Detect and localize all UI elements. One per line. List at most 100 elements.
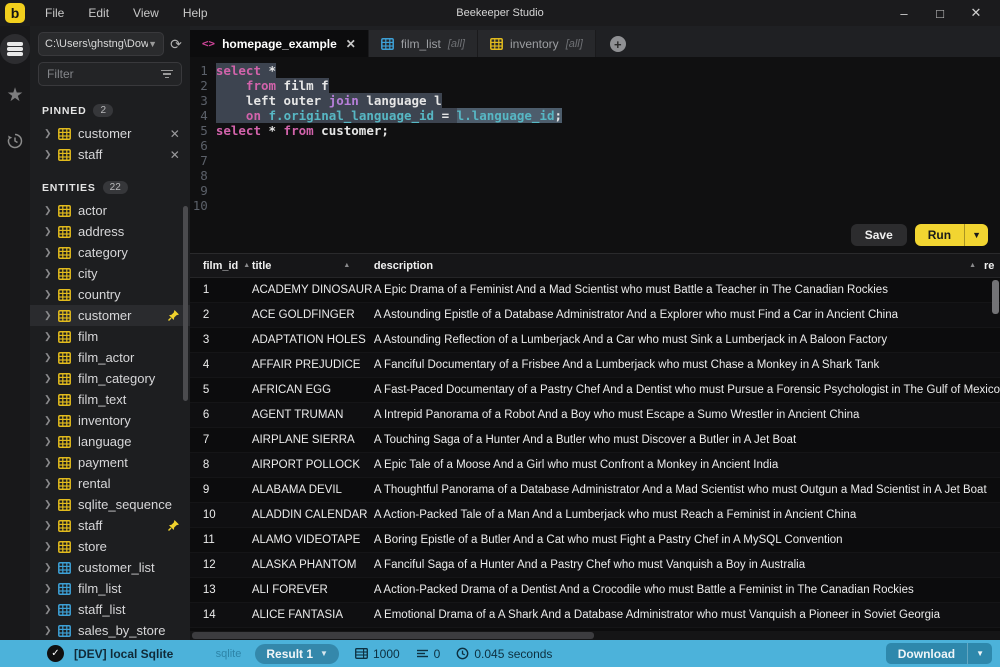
entity-item-film_actor[interactable]: ❯film_actor bbox=[30, 347, 190, 368]
chevron-right-icon[interactable]: ❯ bbox=[44, 331, 51, 342]
chevron-right-icon[interactable]: ❯ bbox=[44, 541, 51, 552]
table-row[interactable]: 4AFFAIR PREJUDICEA Fanciful Documentary … bbox=[190, 353, 1000, 378]
entity-item-customer[interactable]: ❯customer bbox=[30, 305, 190, 326]
entity-item-sales_by_store[interactable]: ❯sales_by_store bbox=[30, 620, 190, 640]
entity-item-film_text[interactable]: ❯film_text bbox=[30, 389, 190, 410]
entity-item-film[interactable]: ❯film bbox=[30, 326, 190, 347]
table-row[interactable]: 6AGENT TRUMANA Intrepid Panorama of a Ro… bbox=[190, 403, 1000, 428]
chevron-right-icon[interactable]: ❯ bbox=[44, 499, 51, 510]
table-row[interactable]: 3ADAPTATION HOLESA Astounding Reflection… bbox=[190, 328, 1000, 353]
menu-file[interactable]: File bbox=[35, 2, 74, 24]
tab-homepage_example[interactable]: <>homepage_example✕ bbox=[190, 30, 369, 57]
column-header-partial[interactable]: re bbox=[984, 260, 1000, 272]
pinned-item-customer[interactable]: ❯customer✕ bbox=[30, 123, 190, 144]
entity-item-country[interactable]: ❯country bbox=[30, 284, 190, 305]
chevron-right-icon[interactable]: ❯ bbox=[44, 289, 51, 300]
table-row[interactable]: 13ALI FOREVERA Action-Packed Drama of a … bbox=[190, 578, 1000, 603]
column-header-title[interactable]: title bbox=[252, 260, 272, 272]
sort-icon[interactable]: ▲ bbox=[343, 262, 350, 269]
database-tab-button[interactable] bbox=[0, 34, 30, 64]
table-row[interactable]: 10ALADDIN CALENDARA Action-Packed Tale o… bbox=[190, 503, 1000, 528]
entity-item-payment[interactable]: ❯payment bbox=[30, 452, 190, 473]
entity-item-staff[interactable]: ❯staff bbox=[30, 515, 190, 536]
unpin-close-icon[interactable]: ✕ bbox=[170, 148, 180, 162]
tab-film_list[interactable]: film_list[all] bbox=[369, 30, 478, 57]
entity-item-film_category[interactable]: ❯film_category bbox=[30, 368, 190, 389]
table-row[interactable]: 2ACE GOLDFINGERA Astounding Epistle of a… bbox=[190, 303, 1000, 328]
sql-editor[interactable]: 1select *2 from film f3 left outer join … bbox=[190, 57, 1000, 217]
chevron-right-icon[interactable]: ❯ bbox=[44, 149, 51, 160]
history-button[interactable] bbox=[0, 126, 30, 156]
download-options-caret[interactable]: ▼ bbox=[967, 643, 992, 664]
entity-item-staff_list[interactable]: ❯staff_list bbox=[30, 599, 190, 620]
chevron-right-icon[interactable]: ❯ bbox=[44, 415, 51, 426]
close-button[interactable]: ✕ bbox=[962, 3, 990, 23]
chevron-right-icon[interactable]: ❯ bbox=[44, 478, 51, 489]
menu-help[interactable]: Help bbox=[173, 2, 218, 24]
chevron-right-icon[interactable]: ❯ bbox=[44, 394, 51, 405]
entity-item-rental[interactable]: ❯rental bbox=[30, 473, 190, 494]
chevron-right-icon[interactable]: ❯ bbox=[44, 520, 51, 531]
table-row[interactable]: 1ACADEMY DINOSAURA Epic Drama of a Femin… bbox=[190, 278, 1000, 303]
result-selector[interactable]: Result 1 ▼ bbox=[255, 644, 339, 664]
sort-icon[interactable]: ▲ bbox=[969, 262, 976, 269]
table-row[interactable]: 7AIRPLANE SIERRAA Touching Saga of a Hun… bbox=[190, 428, 1000, 453]
chevron-right-icon[interactable]: ❯ bbox=[44, 373, 51, 384]
chevron-right-icon[interactable]: ❯ bbox=[44, 457, 51, 468]
chevron-right-icon[interactable]: ❯ bbox=[44, 247, 51, 258]
chevron-right-icon[interactable]: ❯ bbox=[44, 268, 51, 279]
pin-icon[interactable] bbox=[167, 309, 180, 322]
save-button[interactable]: Save bbox=[851, 224, 907, 246]
chevron-right-icon[interactable]: ❯ bbox=[44, 625, 51, 636]
favorites-button[interactable]: ★ bbox=[0, 80, 30, 110]
chevron-right-icon[interactable]: ❯ bbox=[44, 436, 51, 447]
results-horizontal-scroll-track[interactable] bbox=[190, 631, 1000, 640]
entity-item-sqlite_sequence[interactable]: ❯sqlite_sequence bbox=[30, 494, 190, 515]
maximize-button[interactable]: □ bbox=[926, 3, 954, 23]
entity-item-city[interactable]: ❯city bbox=[30, 263, 190, 284]
close-tab-icon[interactable]: ✕ bbox=[346, 37, 356, 51]
sidebar-scrollbar[interactable] bbox=[183, 206, 188, 401]
run-options-caret[interactable]: ▼ bbox=[964, 224, 988, 246]
menu-edit[interactable]: Edit bbox=[78, 2, 119, 24]
table-row[interactable]: 5AFRICAN EGGA Fast-Paced Documentary of … bbox=[190, 378, 1000, 403]
sort-icon[interactable]: ▲ bbox=[243, 262, 250, 269]
column-header-film-id[interactable]: film_id bbox=[203, 260, 238, 272]
run-button[interactable]: Run bbox=[915, 224, 964, 246]
entity-item-customer_list[interactable]: ❯customer_list bbox=[30, 557, 190, 578]
minimize-button[interactable]: – bbox=[890, 3, 918, 23]
results-horizontal-scrollbar[interactable] bbox=[192, 632, 594, 639]
tab-inventory[interactable]: inventory[all] bbox=[478, 30, 596, 57]
pinned-item-staff[interactable]: ❯staff✕ bbox=[30, 144, 190, 165]
download-button[interactable]: Download bbox=[886, 643, 967, 664]
entity-item-film_list[interactable]: ❯film_list bbox=[30, 578, 190, 599]
new-tab-button[interactable]: + bbox=[610, 36, 626, 52]
chevron-right-icon[interactable]: ❯ bbox=[44, 226, 51, 237]
column-header-description[interactable]: description bbox=[374, 260, 433, 272]
pin-icon[interactable] bbox=[167, 519, 180, 532]
chevron-right-icon[interactable]: ❯ bbox=[44, 205, 51, 216]
connection-dropdown[interactable]: C:\Users\ghstng\Downloads ▼ bbox=[38, 32, 164, 56]
chevron-right-icon[interactable]: ❯ bbox=[44, 562, 51, 573]
entity-item-store[interactable]: ❯store bbox=[30, 536, 190, 557]
chevron-right-icon[interactable]: ❯ bbox=[44, 128, 51, 139]
unpin-close-icon[interactable]: ✕ bbox=[170, 127, 180, 141]
entity-item-address[interactable]: ❯address bbox=[30, 221, 190, 242]
table-row[interactable]: 12ALASKA PHANTOMA Fanciful Saga of a Hun… bbox=[190, 553, 1000, 578]
chevron-right-icon[interactable]: ❯ bbox=[44, 352, 51, 363]
table-row[interactable]: 11ALAMO VIDEOTAPEA Boring Epistle of a B… bbox=[190, 528, 1000, 553]
table-row[interactable]: 9ALABAMA DEVILA Thoughtful Panorama of a… bbox=[190, 478, 1000, 503]
chevron-right-icon[interactable]: ❯ bbox=[44, 604, 51, 615]
entity-item-actor[interactable]: ❯actor bbox=[30, 200, 190, 221]
table-row[interactable]: 8AIRPORT POLLOCKA Epic Tale of a Moose A… bbox=[190, 453, 1000, 478]
results-vertical-scrollbar[interactable] bbox=[992, 280, 999, 314]
entity-filter-input[interactable]: Filter bbox=[38, 62, 182, 86]
filter-funnel-icon[interactable] bbox=[161, 70, 173, 79]
chevron-right-icon[interactable]: ❯ bbox=[44, 583, 51, 594]
entity-item-category[interactable]: ❯category bbox=[30, 242, 190, 263]
menu-view[interactable]: View bbox=[123, 2, 169, 24]
table-row[interactable]: 14ALICE FANTASIAA Emotional Drama of a A… bbox=[190, 603, 1000, 628]
chevron-right-icon[interactable]: ❯ bbox=[44, 310, 51, 321]
entity-item-language[interactable]: ❯language bbox=[30, 431, 190, 452]
refresh-icon[interactable]: ⟳ bbox=[170, 36, 182, 53]
